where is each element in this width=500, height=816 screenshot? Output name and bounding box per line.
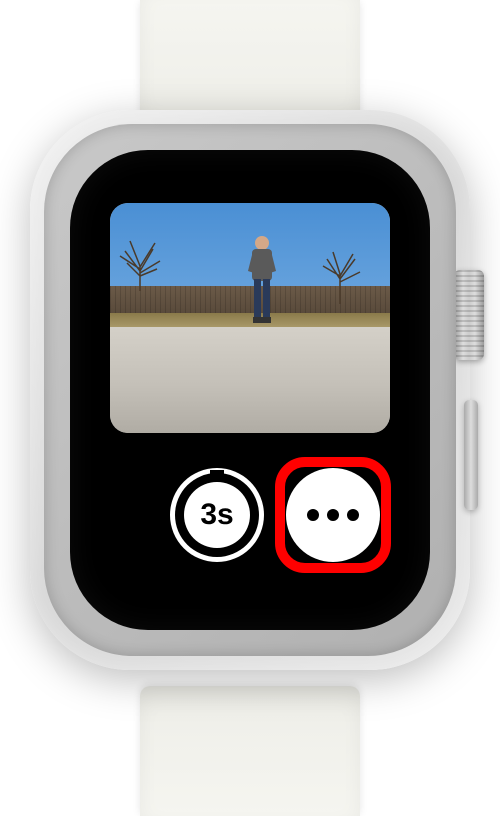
watch-bezel: 3s [44,124,456,656]
camera-controls: 3s [70,460,430,570]
watch-band-bottom [140,686,360,816]
watch-screen: 3s [70,150,430,630]
viewfinder-tree-left [115,231,165,291]
ellipsis-icon [307,509,359,521]
camera-viewfinder[interactable] [110,203,390,433]
shutter-timer-button[interactable]: 3s [170,468,264,562]
viewfinder-tree-right [315,244,365,304]
watch-case: 3s [30,110,470,670]
watch-side-button[interactable] [464,400,478,510]
viewfinder-person [244,233,280,327]
timer-label: 3s [200,498,233,532]
more-options-button[interactable] [286,468,380,562]
digital-crown[interactable] [454,270,484,360]
